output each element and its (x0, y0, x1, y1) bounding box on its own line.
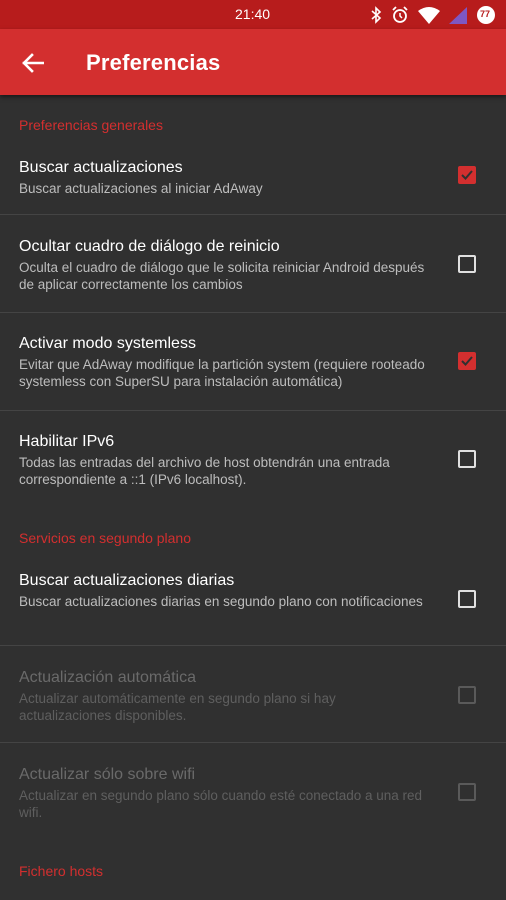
battery-icon: 77 (476, 5, 496, 25)
toolbar: Preferencias (0, 29, 506, 95)
arrow-back-icon (22, 53, 44, 73)
checkbox-check-updates[interactable] (458, 166, 476, 184)
pref-item-auto-update: Actualización automática Actualizar auto… (0, 646, 506, 743)
status-time: 21:40 (235, 6, 271, 22)
pref-title: Habilitar IPv6 (19, 433, 115, 450)
checkbox-enable-ipv6[interactable] (458, 450, 476, 468)
pref-title: Actualización automática (19, 669, 196, 686)
bluetooth-icon (370, 6, 382, 24)
pref-item-check-updates[interactable]: Buscar actualizaciones Buscar actualizac… (0, 145, 506, 215)
checkbox-auto-update (458, 686, 476, 704)
alarm-icon (391, 6, 409, 24)
category-header-hosts-file: Fichero hosts (19, 863, 104, 879)
battery-level: 77 (480, 9, 491, 19)
checkbox-systemless-mode[interactable] (458, 352, 476, 370)
pref-summary: Todas las entradas del archivo de host o… (19, 455, 390, 487)
pref-title: Activar modo systemless (19, 335, 196, 352)
checkbox-hide-reboot-dialog[interactable] (458, 255, 476, 273)
wifi-icon (418, 6, 440, 24)
pref-item-hide-reboot-dialog[interactable]: Ocultar cuadro de diálogo de reinicio Oc… (0, 215, 506, 313)
pref-title: Buscar actualizaciones diarias (19, 572, 235, 589)
check-icon (461, 356, 473, 366)
back-button[interactable] (16, 46, 50, 80)
signal-icon (449, 6, 467, 24)
pref-title: Ocultar cuadro de diálogo de reinicio (19, 238, 280, 255)
checkbox-daily-updates[interactable] (458, 590, 476, 608)
pref-item-update-wifi-only: Actualizar sólo sobre wifi Actualizar en… (0, 743, 506, 841)
pref-item-enable-ipv6[interactable]: Habilitar IPv6 Todas las entradas del ar… (0, 411, 506, 507)
pref-summary: Actualizar automáticamente en segundo pl… (19, 691, 336, 723)
pref-summary: Oculta el cuadro de diálogo que le solic… (19, 260, 425, 292)
check-icon (461, 170, 473, 180)
checkbox-update-wifi-only (458, 783, 476, 801)
pref-item-daily-updates[interactable]: Buscar actualizaciones diarias Buscar ac… (0, 548, 506, 646)
page-title: Preferencias (86, 50, 221, 75)
pref-item-systemless-mode[interactable]: Activar modo systemless Evitar que AdAwa… (0, 313, 506, 411)
category-header-general: Preferencias generales (19, 117, 163, 133)
status-bar: 21:40 77 (0, 0, 506, 29)
pref-summary: Buscar actualizaciones diarias en segund… (19, 594, 423, 609)
pref-title: Actualizar sólo sobre wifi (19, 766, 196, 783)
pref-summary: Actualizar en segundo plano sólo cuando … (19, 788, 423, 820)
pref-title: Buscar actualizaciones (19, 159, 183, 176)
pref-summary: Buscar actualizaciones al iniciar AdAway (19, 181, 263, 196)
pref-summary: Evitar que AdAway modifique la partición… (19, 357, 425, 389)
category-header-background-services: Servicios en segundo plano (19, 530, 192, 546)
